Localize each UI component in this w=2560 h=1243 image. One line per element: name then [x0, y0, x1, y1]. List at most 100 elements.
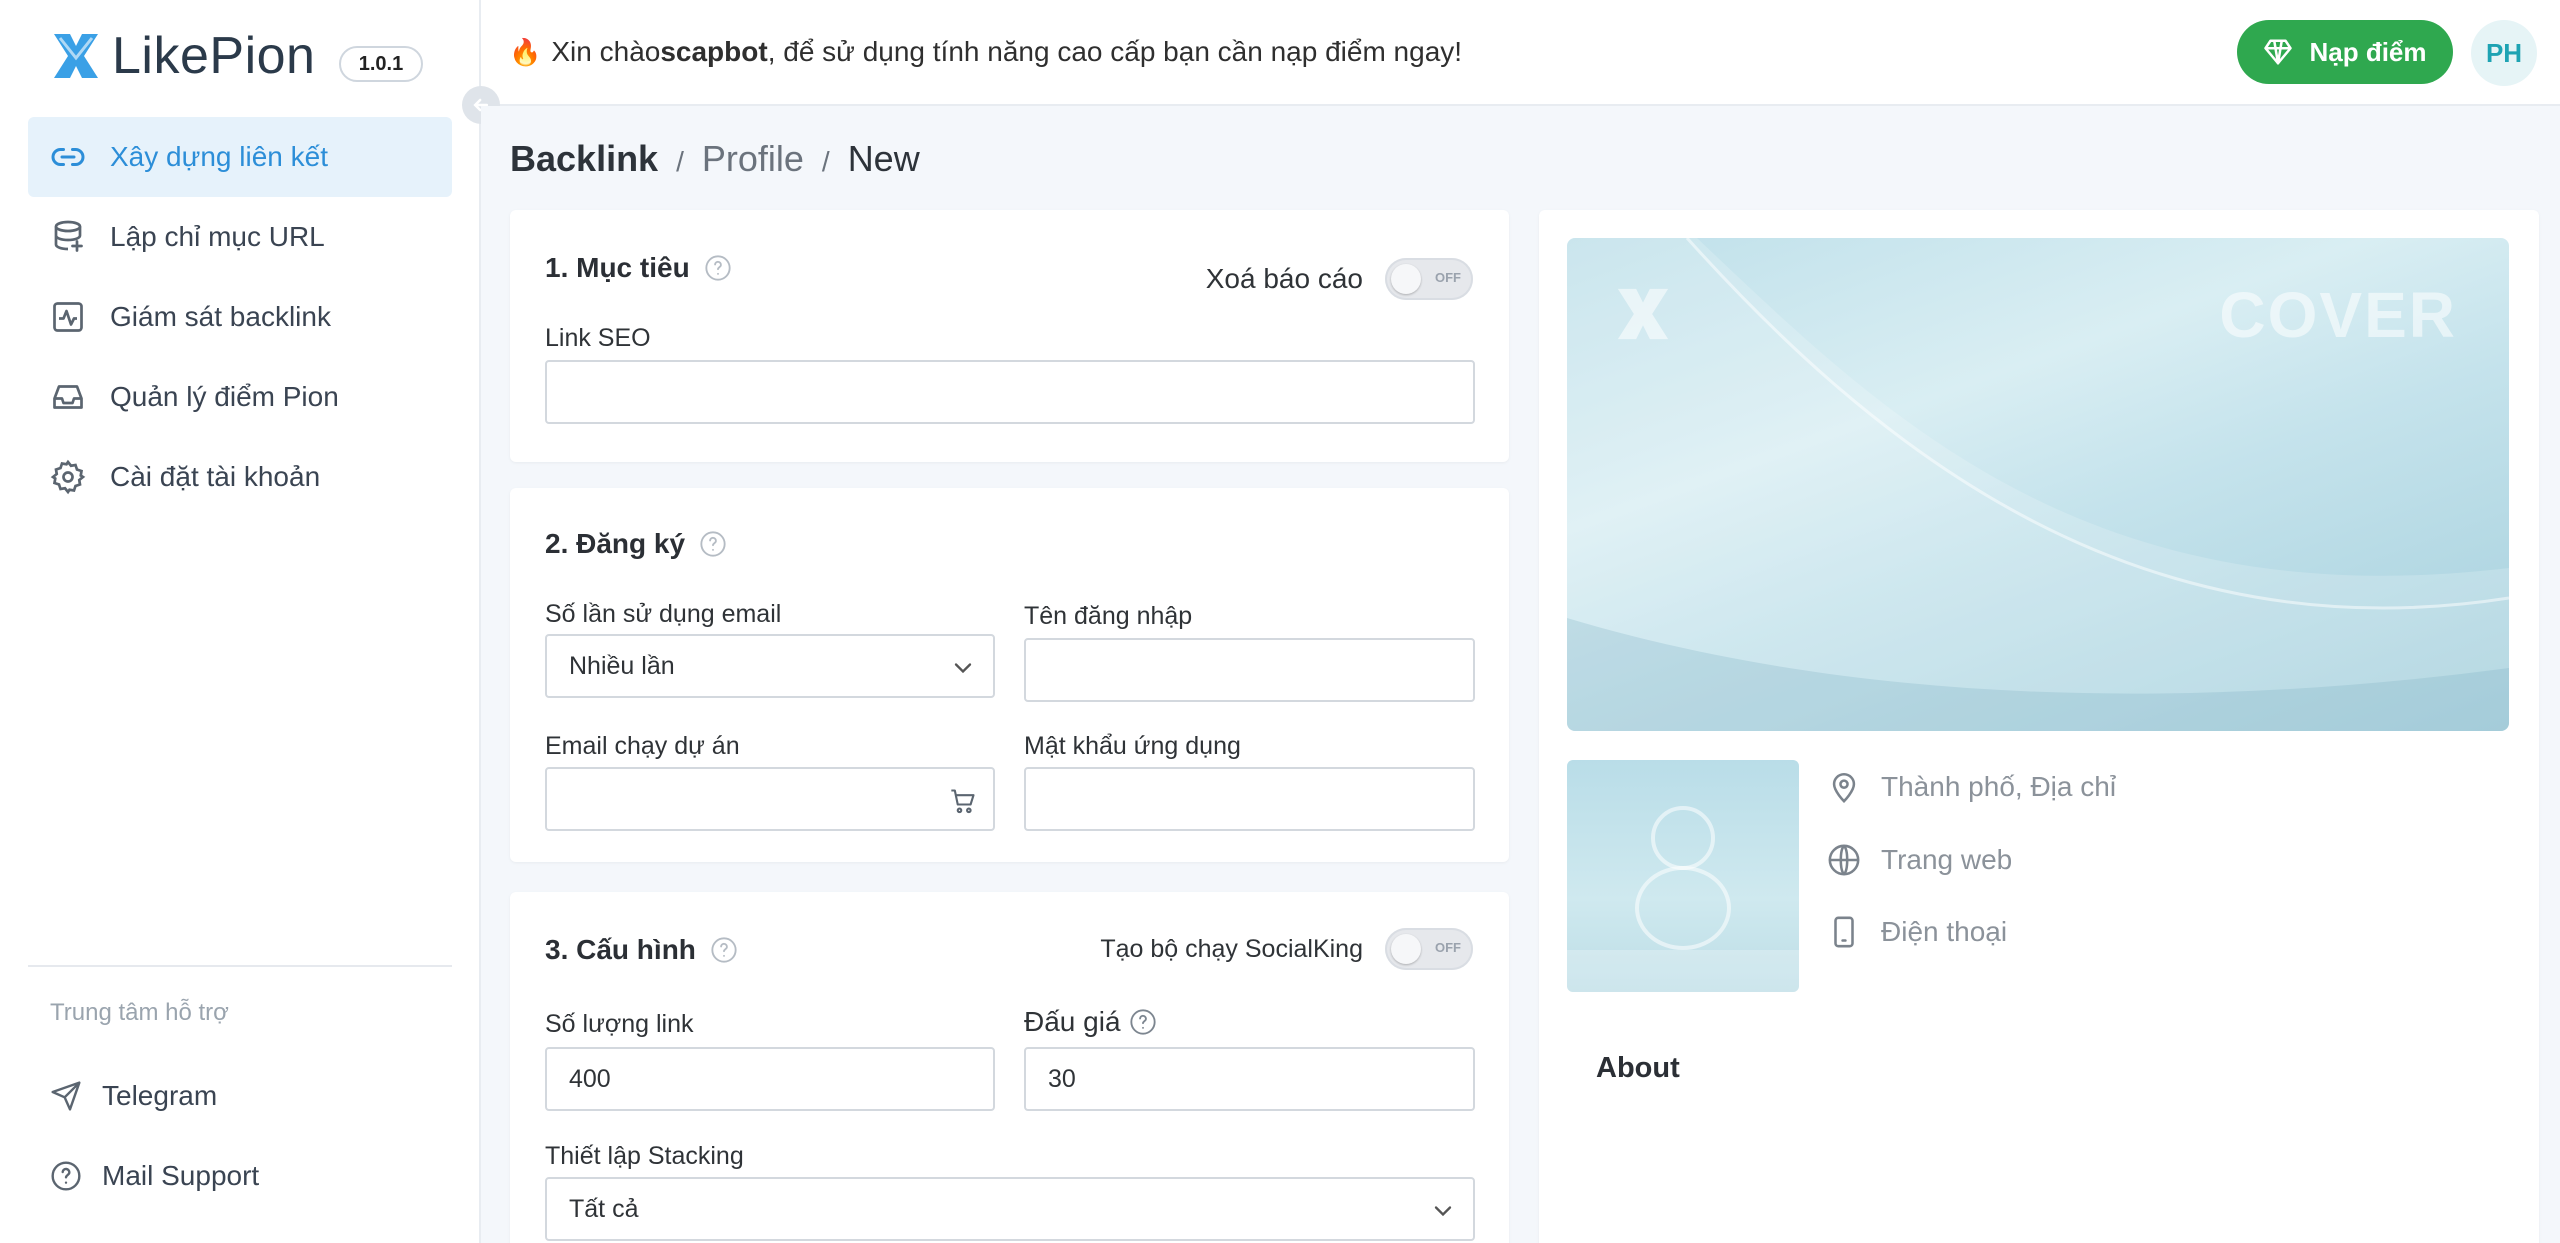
link-seo-label: Link SEO: [545, 324, 651, 352]
stacking-label: Thiết lập Stacking: [545, 1142, 744, 1170]
support-item-label: Mail Support: [102, 1160, 260, 1191]
link-icon: [51, 148, 85, 166]
location-text: Thành phố, Địa chỉ: [1881, 771, 2117, 802]
section-registration-card: 2. Đăng ký Số lần sử dụng email Nhiều lầ…: [510, 488, 1509, 862]
delete-report-toggle[interactable]: OFF: [1385, 258, 1473, 300]
link-count-label: Số lượng link: [545, 1010, 694, 1038]
breadcrumb-current: New: [847, 138, 920, 179]
map-pin-icon: [1832, 772, 1856, 803]
sidebar-item-link-building[interactable]: Xây dựng liên kết: [28, 117, 452, 197]
toggle-knob: [1391, 264, 1421, 294]
section-target-card: 1. Mục tiêu Xoá báo cáo OFF Link SEO: [510, 210, 1509, 462]
stacking-value: Tất cả: [569, 1194, 639, 1223]
app-root: LikePion 1.0.1 Xây dựng liên kết Lập chỉ…: [0, 0, 2560, 1243]
socialking-toggle-group: Tạo bộ chạy SocialKing OFF: [1100, 928, 1473, 970]
help-icon[interactable]: [1129, 1008, 1157, 1036]
stacking-select[interactable]: Tất cả: [545, 1177, 1475, 1241]
profile-picture[interactable]: [1567, 760, 1799, 992]
brand-name: LikePion: [112, 27, 316, 85]
activity-icon: [53, 302, 83, 332]
cover-logo-watermark-icon: [1617, 288, 1669, 340]
website-text: Trang web: [1881, 844, 2013, 875]
bid-label: Đấu giá: [1024, 1006, 1157, 1038]
section-config-card: 3. Cấu hình Tạo bộ chạy SocialKing OFF S…: [510, 892, 1509, 1243]
sidebar-item-label: Cài đặt tài khoản: [110, 461, 321, 492]
app-password-input[interactable]: [1024, 767, 1475, 831]
logo[interactable]: LikePion: [48, 26, 315, 86]
send-icon: [51, 1081, 81, 1111]
socialking-toggle[interactable]: OFF: [1385, 928, 1473, 970]
link-count-input[interactable]: 400: [545, 1047, 995, 1111]
help-icon[interactable]: [699, 530, 727, 558]
version-badge: 1.0.1: [339, 46, 423, 82]
gear-icon: [50, 459, 86, 495]
topup-button-label: Nạp điểm: [2309, 36, 2427, 67]
support-mail-link[interactable]: Mail Support: [50, 1151, 259, 1201]
project-email-label: Email chạy dự án: [545, 732, 740, 760]
username-label: Tên đăng nhập: [1024, 602, 1193, 630]
sidebar: LikePion 1.0.1 Xây dựng liên kết Lập chỉ…: [0, 0, 481, 1243]
topup-button[interactable]: Nạp điểm: [2237, 20, 2453, 84]
sidebar-item-label: Xây dựng liên kết: [110, 141, 328, 172]
greeting-suffix: , để sử dụng tính năng cao cấp bạn cần n…: [767, 36, 1463, 67]
link-seo-input[interactable]: [545, 360, 1475, 424]
database-icon: [54, 220, 83, 252]
section-title: 3. Cấu hình: [545, 934, 738, 966]
toggle-label: Tạo bộ chạy SocialKing: [1100, 934, 1363, 963]
diamond-icon: [2264, 39, 2293, 65]
breadcrumb: Backlink / Profile / New: [510, 138, 920, 180]
help-icon[interactable]: [704, 254, 732, 282]
location-row: Thành phố, Địa chỉ: [1827, 770, 2116, 804]
email-usage-value: Nhiều lần: [569, 651, 675, 680]
phone-icon: [1834, 916, 1854, 948]
about-heading: About: [1596, 1052, 1680, 1084]
greeting-prefix: Xin chào: [551, 36, 661, 67]
website-row: Trang web: [1827, 843, 2012, 877]
sidebar-nav: Xây dựng liên kết Lập chỉ mục URL Giám s…: [28, 117, 452, 517]
section-title: 1. Mục tiêu: [545, 252, 732, 284]
sidebar-item-label: Giám sát backlink: [110, 301, 331, 332]
chevron-down-icon: [954, 663, 972, 674]
sidebar-item-label: Lập chỉ mục URL: [110, 221, 325, 252]
project-email-input[interactable]: [545, 767, 995, 831]
support-telegram-link[interactable]: Telegram: [50, 1071, 217, 1121]
greeting-banner: 🔥 Xin chào scapbot, để sử dụng tính năng…: [509, 36, 1462, 68]
section-title: 2. Đăng ký: [545, 528, 727, 560]
delete-report-toggle-group: Xoá báo cáo OFF: [1206, 258, 1473, 300]
phone-row: Điện thoại: [1827, 915, 2007, 949]
app-password-label: Mật khẩu ứng dụng: [1024, 732, 1241, 760]
sidebar-item-pion-points[interactable]: Quản lý điểm Pion: [28, 357, 452, 437]
toggle-label: Xoá báo cáo: [1205, 263, 1363, 294]
phone-text: Điện thoại: [1881, 916, 2008, 947]
chevron-down-icon: [1434, 1206, 1452, 1217]
toggle-state: OFF: [1435, 270, 1461, 285]
question-circle-icon: [51, 1161, 81, 1191]
likepion-logo-icon: [54, 34, 98, 78]
cover-placeholder-text: COVER: [2219, 279, 2457, 351]
sidebar-divider: [28, 965, 452, 967]
user-silhouette-icon: [1567, 806, 1799, 992]
sidebar-item-account-settings[interactable]: Cài đặt tài khoản: [28, 437, 452, 517]
bid-input[interactable]: 30: [1024, 1047, 1475, 1111]
email-usage-select[interactable]: Nhiều lần: [545, 634, 995, 698]
support-section-title: Trung tâm hỗ trợ: [50, 999, 229, 1026]
breadcrumb-root[interactable]: Backlink: [510, 138, 658, 180]
breadcrumb-separator: /: [676, 146, 684, 177]
sidebar-item-url-indexing[interactable]: Lập chỉ mục URL: [28, 197, 452, 277]
cart-icon[interactable]: [949, 787, 977, 815]
globe-icon: [1828, 844, 1860, 876]
preview-content: COVER Thành phố, Địa chỉ Trang web Điện …: [1539, 210, 2539, 1150]
support-item-label: Telegram: [102, 1080, 218, 1111]
sidebar-item-backlink-monitor[interactable]: Giám sát backlink: [28, 277, 452, 357]
help-icon[interactable]: [710, 936, 738, 964]
breadcrumb-separator: /: [821, 146, 830, 177]
inbox-icon: [53, 385, 83, 409]
greeting-username: scapbot: [660, 36, 768, 67]
breadcrumb-middle[interactable]: Profile: [702, 138, 804, 180]
username-input[interactable]: [1024, 638, 1475, 702]
main-content: Backlink / Profile / New 1. Mục tiêu Xoá…: [481, 106, 2560, 1243]
cover-image[interactable]: COVER: [1567, 238, 2509, 731]
avatar[interactable]: PH: [2471, 20, 2537, 86]
topbar: 🔥 Xin chào scapbot, để sử dụng tính năng…: [481, 0, 2560, 106]
email-usage-label: Số lần sử dụng email: [545, 600, 782, 628]
